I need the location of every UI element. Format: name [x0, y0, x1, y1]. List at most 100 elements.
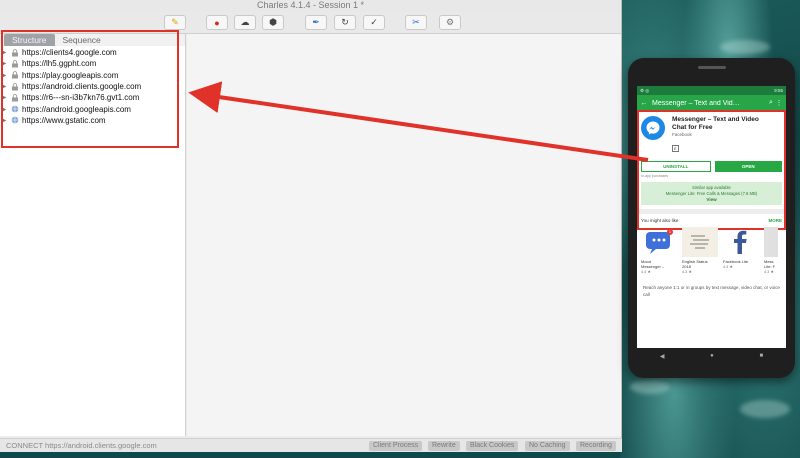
disclosure-triangle-icon[interactable]: ▶ — [0, 83, 8, 90]
recommendation-cards: 1 Mood Messenger – 4.4 ★ English Status … — [637, 225, 786, 276]
app-developer[interactable]: Facebook — [672, 132, 759, 137]
nav-home-icon[interactable]: ● — [710, 353, 714, 359]
host-row[interactable]: ▶ https://android.googleapis.com — [0, 103, 185, 114]
disclosure-triangle-icon[interactable]: ▶ — [0, 49, 8, 56]
breakpoint-icon[interactable]: ⬢ — [262, 15, 284, 30]
host-label: https://lh5.ggpht.com — [22, 59, 97, 69]
disclosure-triangle-icon[interactable]: ▶ — [0, 117, 8, 124]
view-link[interactable]: View — [643, 197, 780, 202]
lock-icon — [10, 94, 19, 102]
facebook-lite-icon — [723, 227, 759, 257]
host-label: https://clients4.google.com — [22, 48, 117, 58]
disclosure-triangle-icon[interactable]: ▶ — [0, 60, 8, 67]
settings-icon[interactable]: ⚙ — [439, 15, 461, 30]
in-app-purchases-note: In-app purchases — [641, 174, 669, 178]
disclosure-triangle-icon[interactable]: ▶ — [0, 94, 8, 101]
throttle-icon[interactable]: ☁ — [234, 15, 256, 30]
host-tree: ▶ https://clients4.google.com ▶ https://… — [0, 46, 185, 126]
android-nav-bar: ◀ ● ■ — [637, 350, 786, 362]
lock-icon — [10, 48, 19, 57]
content-rating-badge: E — [672, 145, 679, 152]
install-actions: UNINSTALL OPEN — [637, 157, 786, 173]
more-vert-icon[interactable]: ⋮ — [775, 99, 783, 107]
nav-recents-icon[interactable]: ■ — [760, 353, 764, 359]
messenger-logo-icon — [641, 116, 665, 140]
open-button[interactable]: OPEN — [714, 161, 782, 172]
also-like-header: You might also like MORE — [637, 214, 786, 225]
notification-badge: 1 — [667, 229, 673, 235]
window-title: Charles 4.1.4 - Session 1 * — [0, 0, 621, 12]
tools-icon[interactable]: ✂ — [405, 15, 427, 30]
host-label: https://android.googleapis.com — [22, 104, 131, 114]
lock-icon — [10, 60, 19, 68]
app-name: Messenger – Text and Video — [672, 116, 759, 123]
card-name: English Status 2018 — [682, 259, 708, 269]
record-icon[interactable]: ● — [206, 15, 228, 30]
host-row[interactable]: ▶ https://r6---sn-i3b7kn76.gvt1.com — [0, 92, 185, 103]
card-rating: 4.3 ★ — [682, 270, 692, 274]
tab-structure[interactable]: Structure — [4, 34, 55, 46]
more-link[interactable]: MORE — [769, 218, 783, 223]
phone-screen: ⚙ ◎ 9:55 ← Messenger – Text and Vid… ⌕ ⋮… — [637, 86, 786, 348]
black-cookies-button[interactable]: Black Cookies — [466, 441, 519, 451]
phone-status-bar: ⚙ ◎ 9:55 — [637, 86, 786, 95]
similar-app-banner[interactable]: Similar app available Messenger Lite: Fr… — [641, 182, 782, 205]
app-card[interactable]: Facebook Lite 4.3 ★ — [723, 227, 759, 274]
charles-window: Charles 4.1.4 - Session 1 * ✎ ● ☁ ⬢ ✒ ↻ … — [0, 0, 622, 452]
english-status-thumbnail — [682, 227, 718, 257]
host-label: https://www.gstatic.com — [22, 115, 106, 125]
host-row[interactable]: ▶ https://play.googleapis.com — [0, 70, 185, 81]
host-row[interactable]: ▶ https://lh5.ggpht.com — [0, 58, 185, 69]
host-label: https://android.clients.google.com — [22, 82, 142, 92]
app-description: Reach anyone 1:1 or in groups by text me… — [643, 285, 780, 297]
compose-icon[interactable]: ✒ — [305, 15, 327, 30]
view-tabs: Structure Sequence — [0, 34, 185, 46]
card-name: Mood Messenger – — [641, 259, 665, 269]
rewrite-button[interactable]: Rewrite — [428, 441, 460, 451]
app-card[interactable]: Mess Lite: F 4.3 ★ — [764, 227, 778, 274]
disclosure-triangle-icon[interactable]: ▶ — [0, 106, 8, 113]
disclosure-triangle-icon[interactable]: ▶ — [0, 72, 8, 79]
lock-icon — [10, 82, 19, 91]
status-bar: CONNECT https://android.clients.google.c… — [0, 438, 622, 452]
phone-speaker — [698, 66, 726, 69]
search-icon[interactable]: ⌕ — [767, 99, 775, 107]
globe-icon — [10, 105, 19, 113]
app-bar-title: Messenger – Text and Vid… — [652, 99, 740, 107]
mood-messenger-icon: 1 — [641, 227, 677, 257]
card-rating: 4.3 ★ — [764, 270, 774, 274]
android-phone: ⚙ ◎ 9:55 ← Messenger – Text and Vid… ⌕ ⋮… — [628, 58, 795, 378]
back-arrow-icon[interactable]: ← — [640, 100, 648, 107]
uninstall-button[interactable]: UNINSTALL — [641, 161, 711, 172]
app-header: Messenger – Text and Video Chat for Free… — [637, 111, 786, 157]
phone-clock: 9:55 — [774, 88, 783, 93]
app-card[interactable]: 1 Mood Messenger – 4.4 ★ — [641, 227, 677, 274]
nav-back-icon[interactable]: ◀ — [660, 353, 665, 360]
messenger-lite-icon — [764, 227, 778, 257]
lock-icon — [10, 71, 19, 79]
app-name-line2: Chat for Free — [672, 123, 713, 131]
toolbar: ✎ ● ☁ ⬢ ✒ ↻ ✓ ✂ ⚙ — [0, 12, 621, 34]
notification-icons: ⚙ ◎ — [640, 87, 650, 93]
status-text: CONNECT https://android.clients.google.c… — [6, 441, 157, 450]
tab-sequence[interactable]: Sequence — [55, 34, 109, 46]
host-label: https://play.googleapis.com — [22, 70, 119, 80]
play-store-app-bar: ← Messenger – Text and Vid… ⌕ ⋮ — [637, 95, 786, 111]
structure-pane: Structure Sequence ▶ https://clients4.go… — [0, 34, 186, 436]
card-name: Mess Lite: F — [764, 259, 776, 269]
repeat-icon[interactable]: ↻ — [334, 15, 356, 30]
card-rating: 4.3 ★ — [723, 265, 733, 269]
host-row[interactable]: ▶ https://android.clients.google.com — [0, 81, 185, 92]
host-label: https://r6---sn-i3b7kn76.gvt1.com — [22, 93, 140, 103]
detail-pane — [187, 34, 621, 436]
host-row[interactable]: ▶ https://www.gstatic.com — [0, 115, 185, 126]
broom-icon[interactable]: ✎ — [164, 15, 186, 30]
card-rating: 4.4 ★ — [641, 270, 651, 274]
no-caching-button[interactable]: No Caching — [525, 441, 570, 451]
globe-icon — [10, 116, 19, 124]
validate-icon[interactable]: ✓ — [363, 15, 385, 30]
host-row[interactable]: ▶ https://clients4.google.com — [0, 47, 185, 58]
client-process-button[interactable]: Client Process — [369, 441, 423, 451]
app-card[interactable]: English Status 2018 4.3 ★ — [682, 227, 718, 274]
recording-button[interactable]: Recording — [576, 441, 616, 451]
